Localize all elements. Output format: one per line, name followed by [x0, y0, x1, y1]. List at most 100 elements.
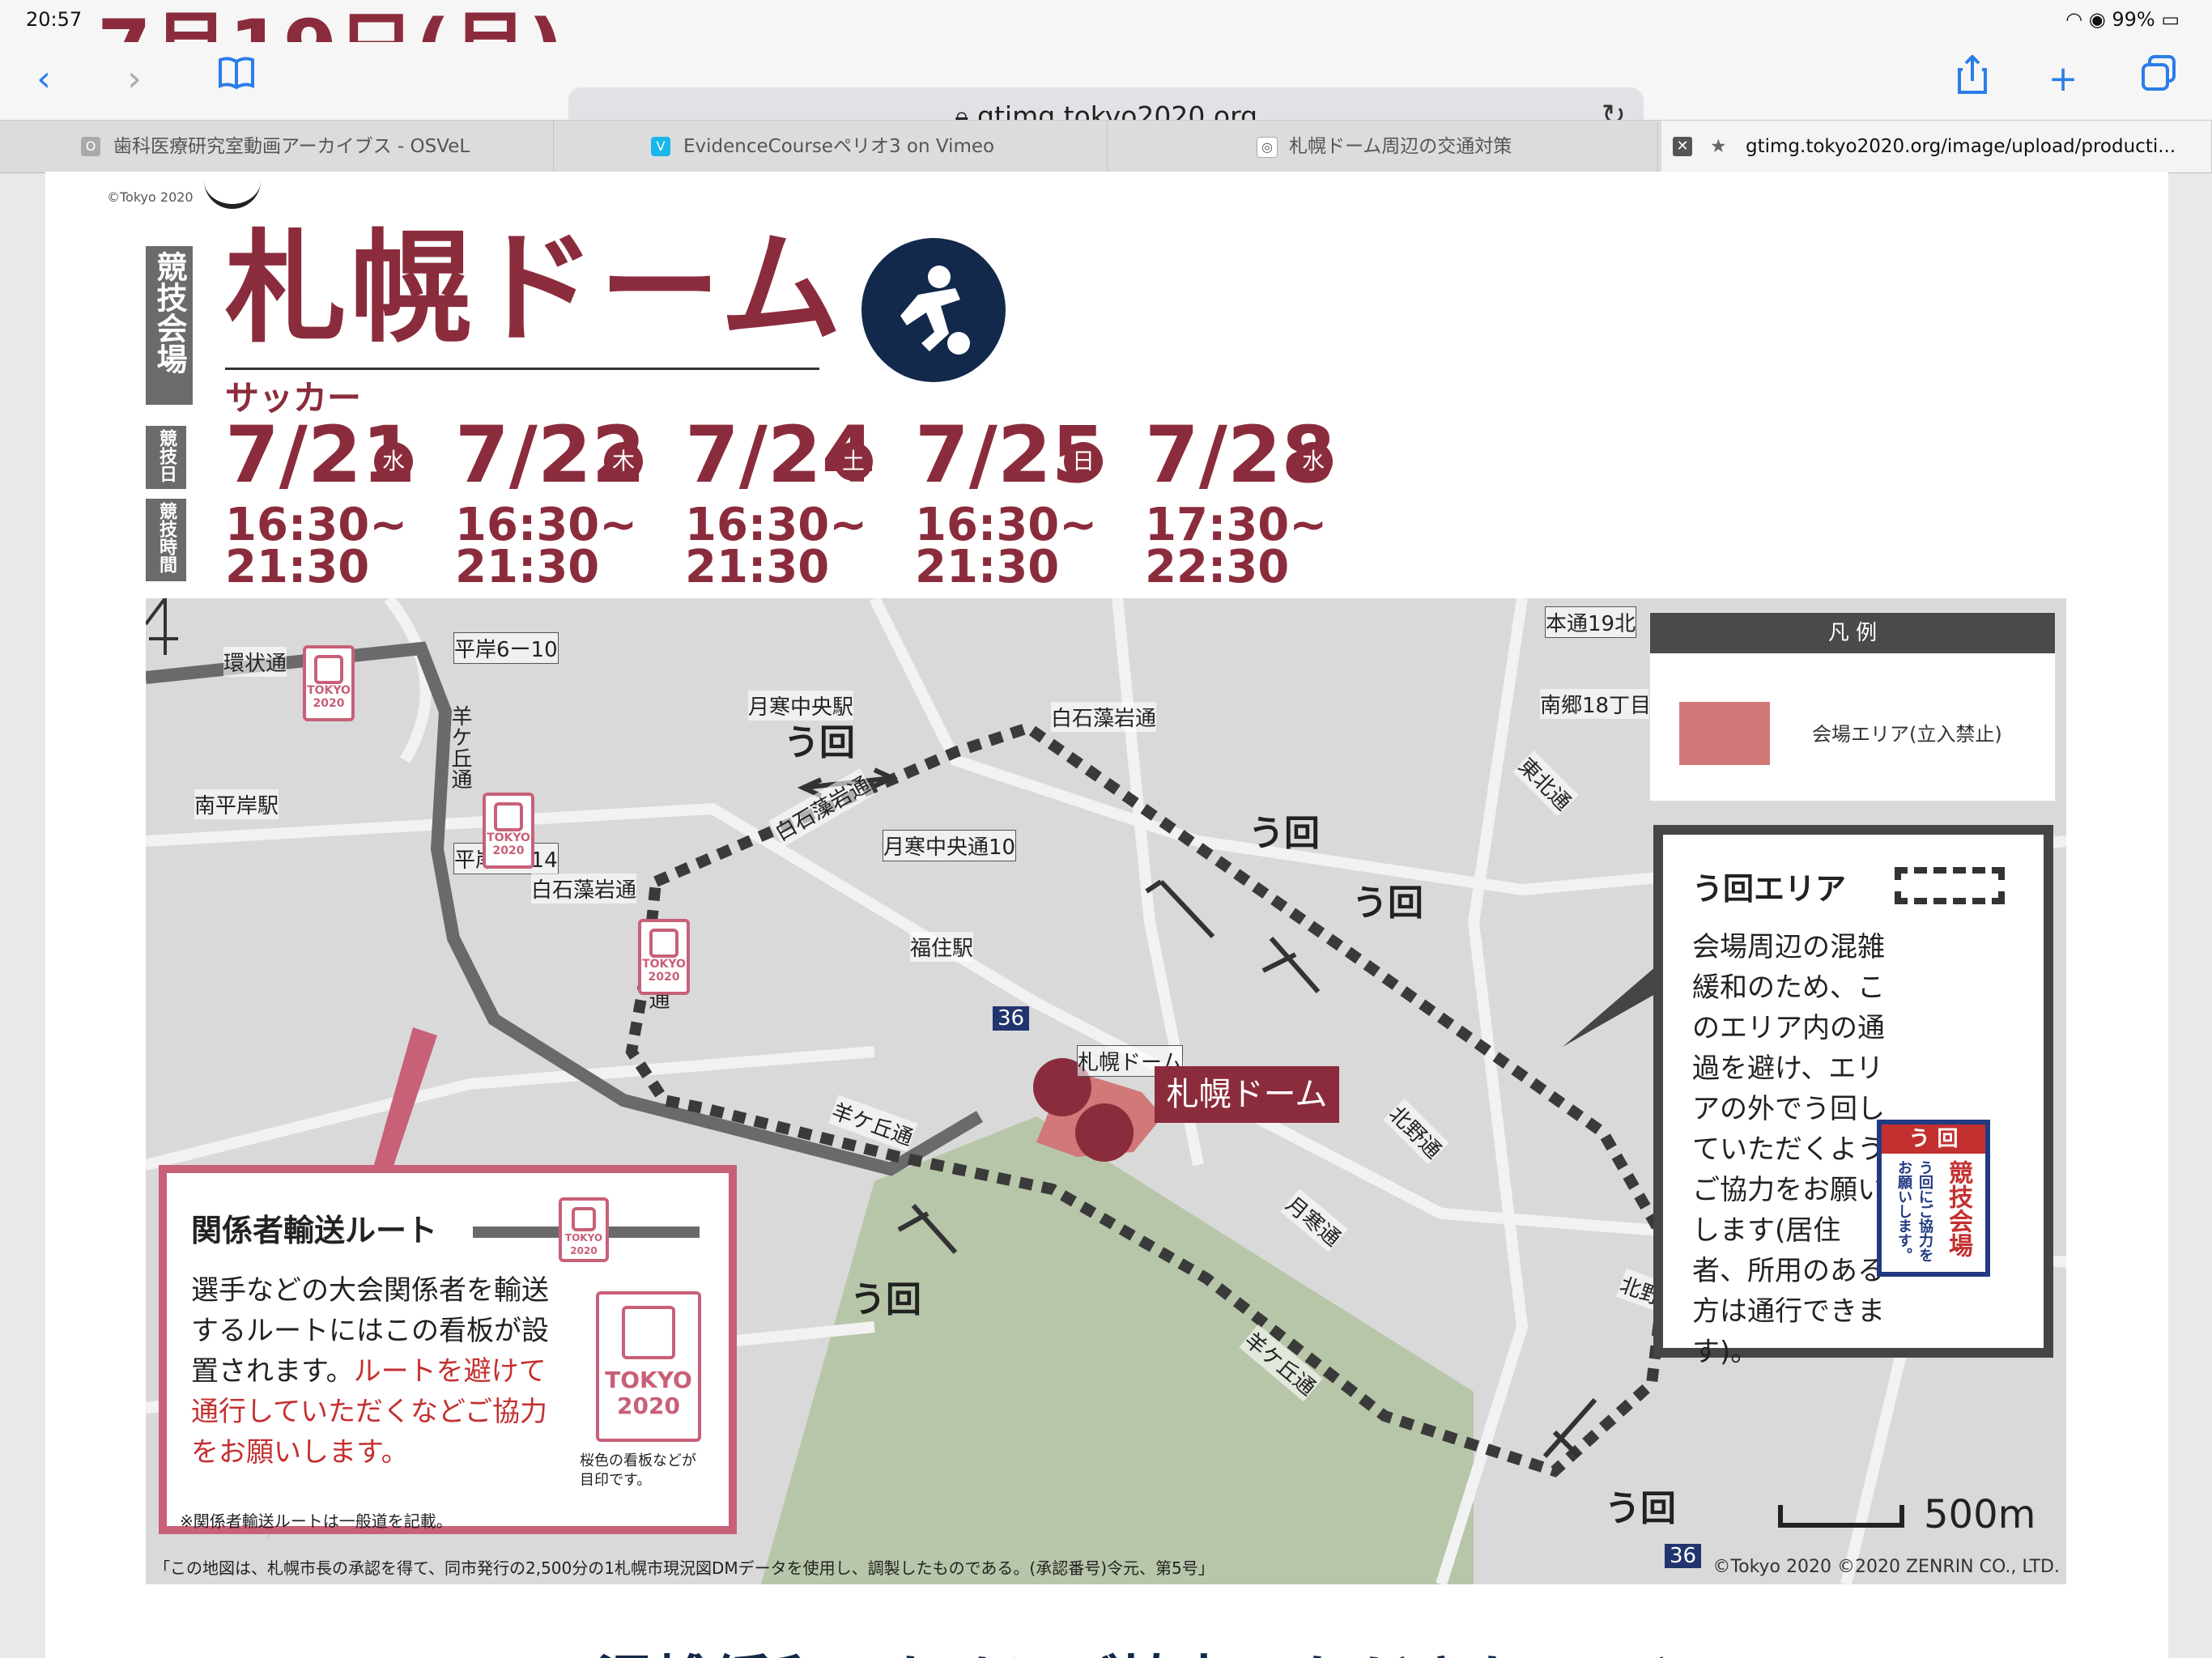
bookmarks-icon[interactable]	[212, 55, 261, 104]
bus-icon	[494, 802, 523, 831]
map-label: 平岸6ー10	[453, 632, 559, 664]
sign-caption: 桜色の看板などが目印です。	[580, 1452, 696, 1489]
map-label: 白石藻岩通	[1051, 702, 1157, 732]
tokyo2020-bus-sign: TOKYO 2020	[638, 919, 690, 995]
page-image: ©Tokyo 2020 競技会場 札幌ドーム サッカー 競技日 競技時間 7/2…	[45, 172, 2168, 1658]
day-of-week-badge: 水	[374, 442, 413, 481]
date-tag: 競技日	[146, 426, 186, 489]
detour-area-title: う回エリア	[1692, 871, 1847, 907]
bus-icon	[314, 655, 343, 684]
map-label: 白石藻岩通	[531, 874, 637, 903]
day-of-week-badge: 水	[1294, 442, 1333, 481]
dome-circle	[1075, 1103, 1134, 1162]
status-bar: 20:57 7月19日(月) ◠ ◉ 99% ▭	[0, 0, 2212, 89]
status-indicators: ◠ ◉ 99% ▭	[2065, 8, 2180, 31]
tab-label: EvidenceCourseペリオ3 on Vimeo	[683, 136, 995, 157]
legend-swatch-venue-area	[1679, 702, 1770, 765]
end-time: 22:30	[1145, 541, 1290, 593]
browser-toolbar: ‹ › 🔒︎ gtimg.tokyo2020.org ↻ +	[0, 42, 2212, 146]
battery-percent: 99%	[2112, 8, 2155, 31]
back-icon[interactable]: ‹	[19, 55, 68, 104]
map-label: 福住駅	[910, 932, 974, 962]
tab-label: gtimg.tokyo2020.org/image/upload/product…	[1746, 136, 2176, 157]
venue-title: 札幌ドーム	[225, 219, 845, 359]
time-tag-text: 競技時間	[156, 502, 177, 573]
tokyo2020-sign-text: TOKYO 2020	[487, 831, 530, 857]
wifi-icon: ◠	[2065, 8, 2083, 31]
end-time: 21:30	[685, 541, 830, 593]
map-label: 本通19北	[1545, 606, 1637, 638]
sign-request-text: う回にご協力をお願いします。	[1895, 1160, 1933, 1262]
venue-tag: 競技会場	[146, 246, 193, 405]
legend-item-label: 会場エリア(立入禁止)	[1812, 723, 2002, 746]
battery-icon: ▭	[2161, 8, 2180, 31]
time-tag: 競技時間	[146, 499, 186, 581]
tokyo2020-bus-sign: TOKYO 2020	[303, 645, 355, 721]
dashed-line-symbol	[1895, 867, 2005, 904]
end-time: 21:30	[455, 541, 600, 593]
day-of-week-badge: 日	[1064, 442, 1103, 481]
emblem-copyright: ©Tokyo 2020	[107, 189, 194, 205]
bus-icon	[572, 1207, 596, 1231]
tab-image-active[interactable]: ✕ ★ gtimg.tokyo2020.org/image/upload/pro…	[1661, 121, 2212, 172]
dome-callout: 札幌ドーム	[1155, 1066, 1339, 1123]
map-legend: 凡 例 会場エリア(立入禁止)	[1648, 611, 2057, 802]
map-label: 環状通	[223, 647, 287, 677]
tokyo2020-sign-text: TOKYO 2020	[642, 958, 686, 984]
detour-label: う回	[1605, 1488, 1676, 1529]
share-icon[interactable]	[1948, 54, 1997, 104]
map-label: 南平岸駅	[194, 789, 279, 819]
detour-label: う回	[1352, 882, 1423, 924]
football-pictogram-icon	[861, 238, 1006, 382]
bus-icon	[622, 1306, 675, 1359]
tab-vimeo[interactable]: V EvidenceCourseペリオ3 on Vimeo	[651, 121, 1108, 172]
map-footnote: 「この地図は、札幌市長の承認を得て、同市発行の2,500分の1札幌市現況図DMデ…	[154, 1558, 1214, 1578]
detour-label: う回	[850, 1279, 921, 1320]
route-shield: 36	[1665, 1544, 1702, 1568]
tokyo2020-bus-sign-large: TOKYO 2020	[596, 1291, 701, 1442]
new-tab-icon[interactable]: +	[2039, 55, 2087, 104]
map-copyright: ©Tokyo 2020 ©2020 ZENRIN CO., LTD.	[1712, 1557, 2060, 1577]
favicon-icon: ◎	[1257, 137, 1278, 158]
scale-bar-graphic	[1778, 1505, 1904, 1528]
tokyo2020-sign-text: TOKYO 2020	[605, 1367, 692, 1419]
tokyo2020-sign-text: TOKYO 2020	[564, 1232, 603, 1256]
legend-title: 凡 例	[1650, 613, 2055, 653]
title-underline	[225, 368, 819, 370]
favicon-icon: O	[81, 137, 100, 156]
close-tab-icon[interactable]: ✕	[1673, 137, 1692, 156]
end-time: 21:30	[225, 541, 370, 593]
tab-osvel[interactable]: O 歯科医療研究室動画アーカイブス - OSVeL	[81, 121, 554, 172]
day-of-week-badge: 木	[604, 442, 643, 481]
tokyo2020-sign-text: TOKYO 2020	[307, 684, 351, 710]
next-section-heading: 混雑緩和のためにご協力いただきたいこと	[596, 1635, 1703, 1658]
lock-rotation-icon: ◉	[2088, 8, 2106, 31]
traffic-map: 環状通 平岸6ー10 羊ケ丘通 南平岸駅 平岸6ー14 白石藻岩通 月寒中央駅 …	[146, 598, 2066, 1584]
tab-sapporo-dome[interactable]: ◎ 札幌ドーム周辺の交通対策	[1257, 121, 1658, 172]
route-shield: 36	[993, 1006, 1030, 1031]
detour-area-box: う回エリア 会場周辺の混雑緩和のため、このエリア内の通過を避け、エリアの外でう回…	[1653, 825, 2053, 1368]
detour-label: う回	[1249, 813, 1320, 854]
map-label: 月寒中央通10	[883, 830, 1017, 861]
map-label: 羊ケ丘通	[448, 705, 472, 789]
forward-icon[interactable]: ›	[110, 55, 159, 104]
official-route-box: 関係者輸送ルート TOKYO 2020 選手などの大会関係者を輸送するルートには…	[159, 1165, 737, 1534]
detour-sign-illustration: う 回 競技会場 う回にご協力をお願いします。	[1877, 1120, 1990, 1277]
sign-top-text: う 回	[1882, 1124, 1985, 1154]
date-tag-text: 競技日	[156, 429, 177, 483]
tabs-overview-icon[interactable]	[2134, 55, 2183, 104]
tab-bar: O 歯科医療研究室動画アーカイブス - OSVeL V EvidenceCour…	[0, 120, 2212, 173]
tokyo2020-emblem-fragment	[204, 172, 261, 209]
venue-tag-text: 競技会場	[151, 251, 187, 374]
status-time: 20:57	[26, 8, 83, 31]
detour-label: う回	[784, 722, 855, 763]
scale-label: 500m	[1924, 1492, 2036, 1537]
tab-label: 札幌ドーム周辺の交通対策	[1289, 136, 1512, 157]
official-route-text: 選手などの大会関係者を輸送するルートにはこの看板が設置されます。ルートを避けて通…	[191, 1270, 572, 1473]
tab-label: 歯科医療研究室動画アーカイブス - OSVeL	[113, 136, 470, 157]
bus-icon	[649, 929, 678, 958]
sign-venue-text: 競技会場	[1944, 1160, 1972, 1257]
tokyo2020-bus-sign: TOKYO 2020	[559, 1197, 609, 1262]
star-favicon-icon: ★	[1710, 136, 1727, 157]
detour-area-text: 会場周辺の混雑緩和のため、このエリア内の通過を避け、エリアの外でう回していただく…	[1692, 931, 1885, 1368]
